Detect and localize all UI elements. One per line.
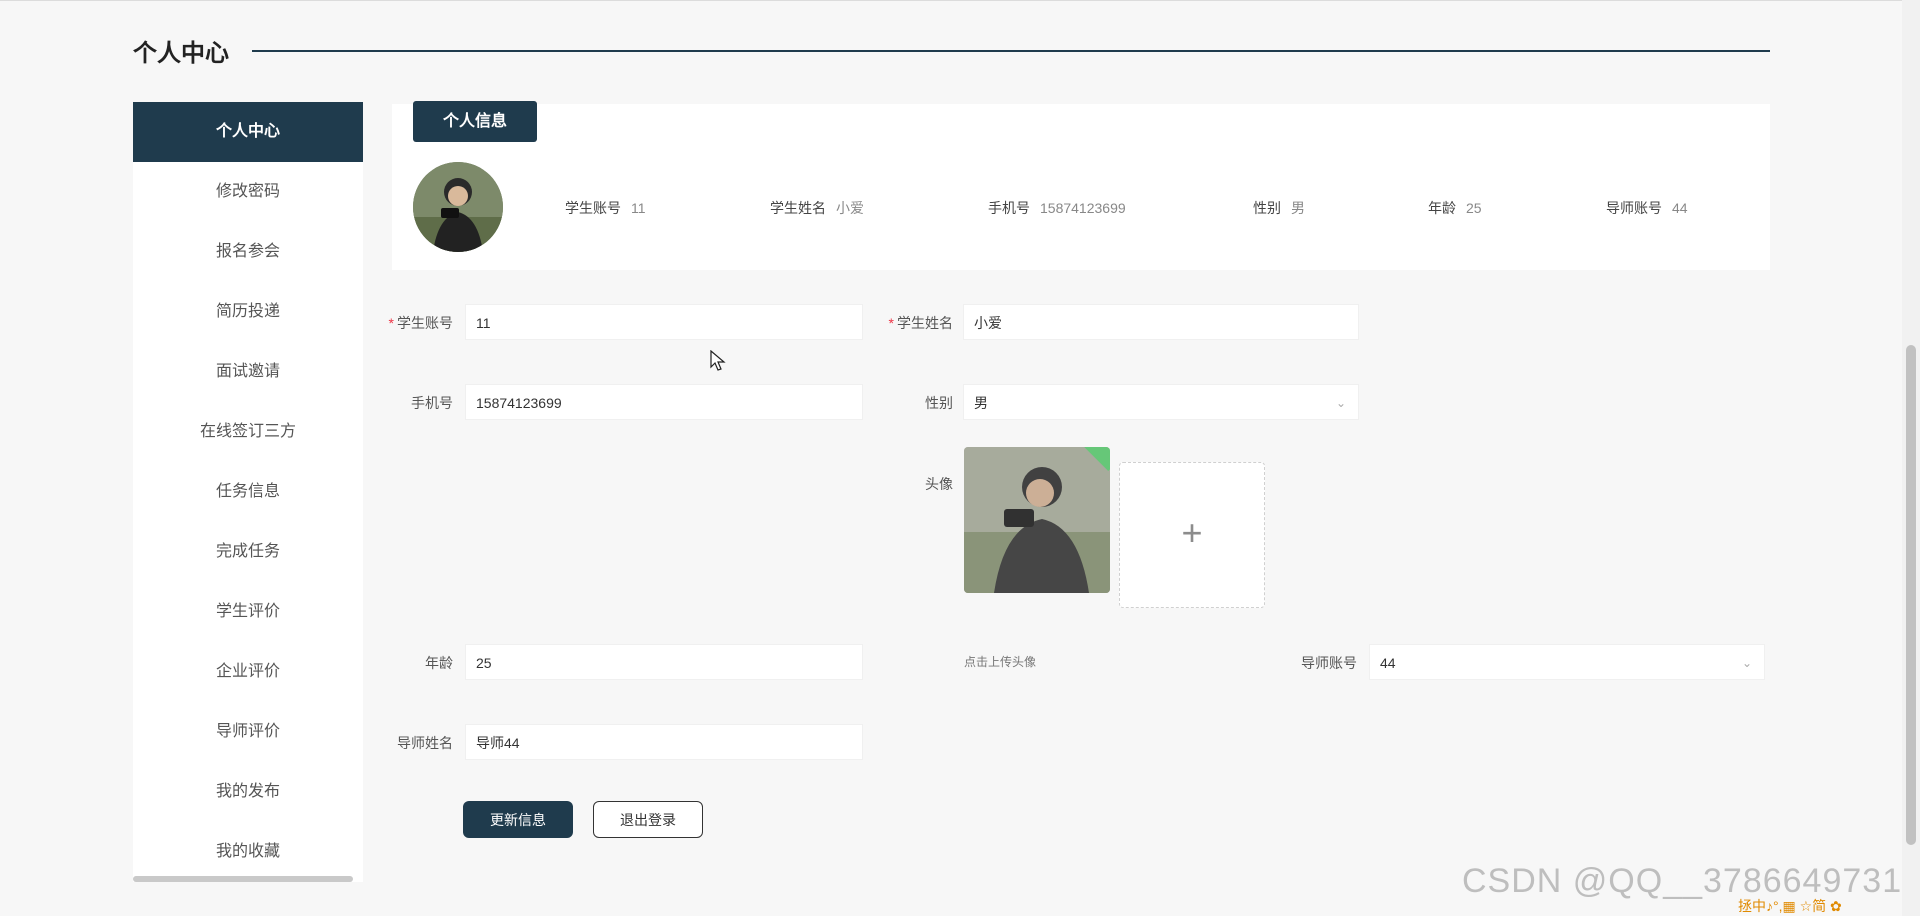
student-name-input[interactable]: 小爱 (963, 304, 1359, 340)
sidebar-item-change-password[interactable]: 修改密码 (133, 162, 363, 222)
avatar-photo-icon (413, 162, 503, 252)
avatar (413, 162, 503, 252)
gender-label: 性别 (925, 395, 953, 411)
info-phone: 手机号 15874123699 (988, 200, 1126, 216)
sidebar-item-personal-center[interactable]: 个人中心 (133, 102, 363, 162)
sidebar-item-mentor-review[interactable]: 导师评价 (133, 702, 363, 762)
top-border (0, 0, 1920, 1)
sidebar-item-my-favorites[interactable]: 我的收藏 (133, 822, 363, 882)
mentor-name-label: 导师姓名 (397, 735, 453, 751)
sidebar: 个人中心 修改密码 报名参会 简历投递 面试邀请 在线签订三方 任务信息 完成任… (133, 102, 363, 882)
update-info-button[interactable]: 更新信息 (463, 801, 573, 838)
student-account-input[interactable]: 11 (465, 304, 863, 340)
info-mentor-account: 导师账号 44 (1606, 200, 1688, 216)
chevron-down-icon: ⌄ (1741, 656, 1752, 670)
sidebar-item-online-contract[interactable]: 在线签订三方 (133, 402, 363, 462)
plus-icon: + (1181, 512, 1203, 553)
age-input[interactable]: 25 (465, 644, 863, 680)
sidebar-item-company-review[interactable]: 企业评价 (133, 642, 363, 702)
sidebar-item-complete-task[interactable]: 完成任务 (133, 522, 363, 582)
sidebar-item-register-meeting[interactable]: 报名参会 (133, 222, 363, 282)
sidebar-item-resume-submit[interactable]: 简历投递 (133, 282, 363, 342)
info-age: 年龄 25 (1428, 200, 1482, 216)
sidebar-item-my-posts[interactable]: 我的发布 (133, 762, 363, 822)
phone-label: 手机号 (411, 395, 453, 411)
student-account-label: * 学生账号 (388, 315, 453, 331)
age-label: 年龄 (425, 655, 453, 671)
personal-info-card (392, 104, 1770, 270)
info-student-name: 学生姓名 小爱 (770, 200, 864, 216)
info-student-account: 学生账号 11 (565, 200, 646, 216)
sidebar-item-task-info[interactable]: 任务信息 (133, 462, 363, 522)
avatar-label: 头像 (925, 476, 953, 492)
chevron-down-icon: ⌄ (1335, 396, 1346, 410)
mentor-account-label: 导师账号 (1301, 655, 1357, 671)
uploaded-photo-icon (964, 447, 1110, 593)
avatar-upload-button[interactable]: + (1119, 462, 1265, 608)
tab-personal-info[interactable]: 个人信息 (413, 101, 537, 142)
mentor-name-input[interactable]: 导师44 (465, 724, 863, 760)
ime-tray: 拯中♪°,▦ ☆简 ✿ (1738, 898, 1842, 914)
title-divider (252, 50, 1770, 52)
logout-button[interactable]: 退出登录 (593, 801, 703, 838)
avatar-upload-hint: 点击上传头像 (964, 655, 1037, 669)
mentor-account-select-value: 44 (1380, 655, 1396, 671)
sidebar-scrollbar[interactable] (133, 876, 353, 882)
page-title: 个人中心 (133, 40, 229, 67)
page-scrollbar-thumb[interactable] (1906, 345, 1916, 845)
student-name-label: * 学生姓名 (888, 315, 953, 331)
gender-select-value: 男 (974, 395, 988, 411)
sidebar-item-student-review[interactable]: 学生评价 (133, 582, 363, 642)
mentor-account-select[interactable]: 44 ⌄ (1369, 644, 1765, 680)
mouse-cursor-icon (710, 350, 726, 371)
gender-select[interactable]: 男 ⌄ (963, 384, 1359, 420)
avatar-upload-preview[interactable] (964, 447, 1110, 593)
phone-input[interactable]: 15874123699 (465, 384, 863, 420)
info-gender: 性别男 (1253, 200, 1305, 216)
sidebar-item-interview-invite[interactable]: 面试邀请 (133, 342, 363, 402)
